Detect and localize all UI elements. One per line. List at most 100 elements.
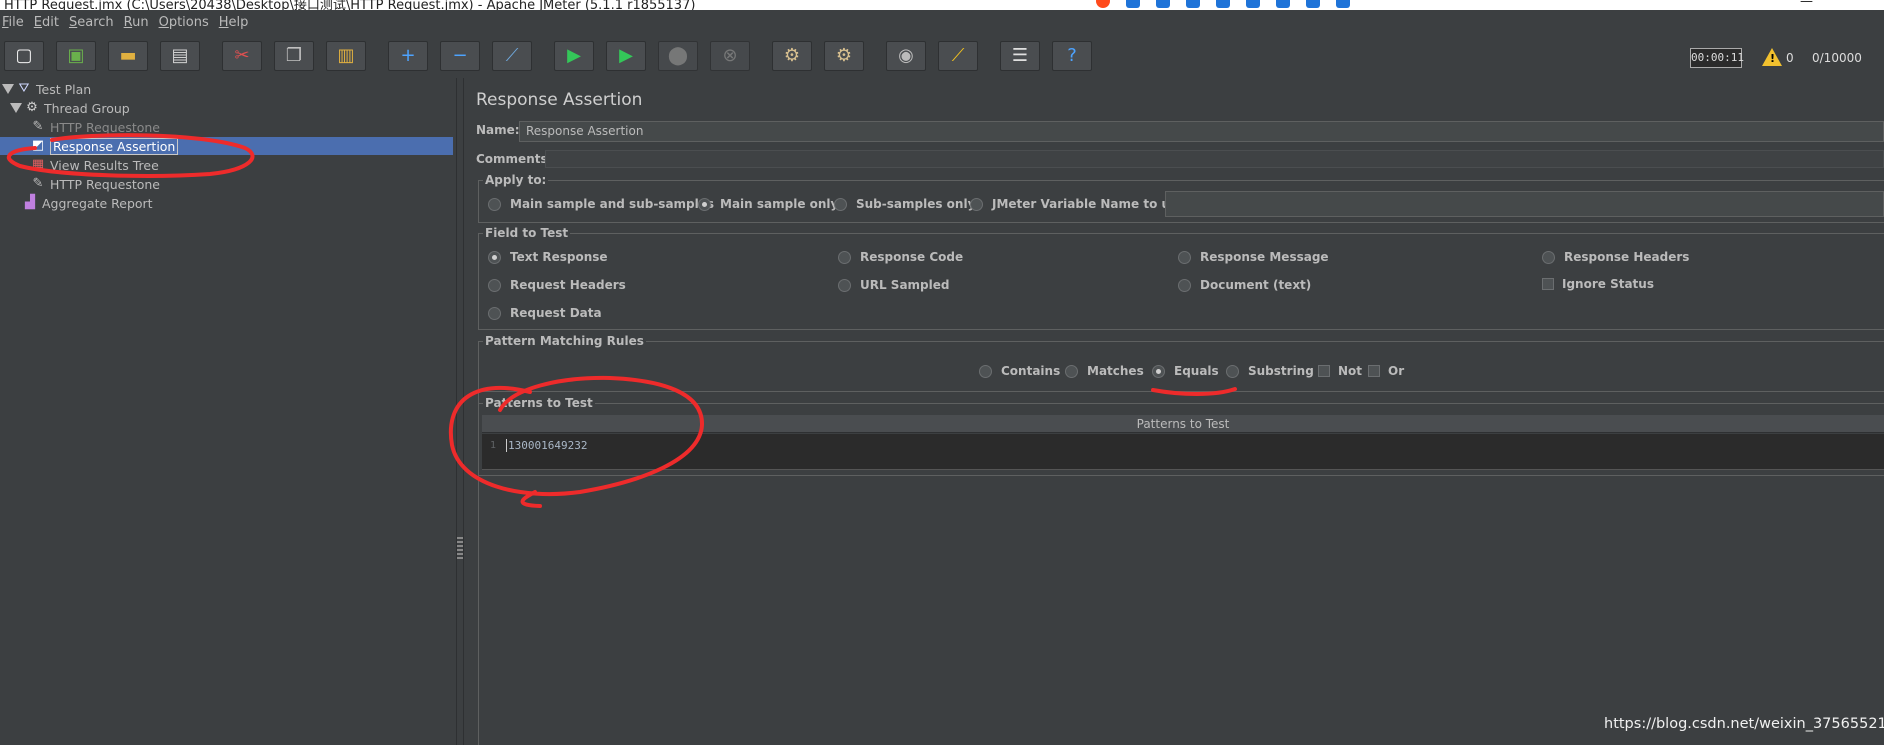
tree-item-http-request-1[interactable]: ✎ HTTP Requestone [30,118,160,136]
pattern-value[interactable]: 130001649232 [506,439,587,452]
paste-button[interactable]: ▥ [326,41,366,71]
radio-indicator[interactable] [838,278,851,292]
divider-grip-icon[interactable] [457,537,463,559]
name-field[interactable]: Response Assertion [519,121,1884,142]
radio-equals[interactable]: Equals [1152,364,1219,378]
active-threads: 0/10000 [1812,51,1862,65]
radio-indicator[interactable] [979,364,992,378]
expand-arrow-icon[interactable] [10,103,22,113]
tree-item-aggregate-report[interactable]: ▟ Aggregate Report [22,194,153,212]
radio-matches[interactable]: Matches [1065,364,1144,378]
templates-button[interactable]: ▣ [56,41,96,71]
radio-text-response[interactable]: Text Response [488,250,608,264]
save-button[interactable]: ▤ [160,41,200,71]
cut-button[interactable]: ✂ [222,41,262,71]
tree-item-view-results-tree[interactable]: ▦ View Results Tree [30,156,159,174]
menu-edit[interactable]: Edit [34,15,59,30]
radio-indicator[interactable] [488,306,501,320]
radio-indicator[interactable] [834,197,847,211]
radio-indicator[interactable] [1065,364,1078,378]
clear-button[interactable]: ⚙ [772,41,812,71]
test-plan-icon: ⛛ [18,81,30,96]
radio-indicator[interactable] [1178,278,1191,292]
radio-indicator[interactable] [488,278,501,292]
radio-jmeter-variable[interactable]: JMeter Variable Name to use [970,197,1185,211]
collapse-all-button[interactable]: − [440,41,480,71]
clear-all-button[interactable]: ⚙ [824,41,864,71]
clear-all-icon: ⚙ [835,45,853,66]
radio-response-message[interactable]: Response Message [1178,250,1329,264]
minimize-button[interactable]: — [1800,0,1813,9]
warning-count: 0 [1786,51,1794,65]
stop-button[interactable]: ⬤ [658,41,698,71]
search-icon: ◉ [898,45,914,66]
radio-request-headers[interactable]: Request Headers [488,278,626,292]
radio-indicator[interactable] [1542,250,1555,264]
radio-indicator[interactable] [488,250,501,264]
radio-indicator[interactable] [698,197,711,211]
radio-indicator[interactable] [970,197,983,211]
comments-field[interactable] [545,150,1884,168]
not-checkbox[interactable]: Not [1318,364,1362,378]
start-button[interactable]: ▶ [554,41,594,71]
radio-indicator[interactable] [838,250,851,264]
search-button[interactable]: ◉ [886,41,926,71]
checkbox-indicator[interactable] [1542,278,1554,290]
radio-contains[interactable]: Contains [979,364,1060,378]
new-icon: ▢ [15,45,33,66]
new-button[interactable]: ▢ [4,41,44,71]
patterns-editor[interactable]: 1 130001649232 [482,434,1884,470]
warning-icon[interactable] [1762,48,1782,66]
radio-indicator[interactable] [1178,250,1191,264]
or-checkbox[interactable]: Or [1368,364,1404,378]
toggle-icon: ⟋ [505,45,519,66]
reset-search-button[interactable]: ⟋ [938,41,978,71]
ime-apps-icon [1336,0,1350,8]
pattern-matching-legend: Pattern Matching Rules [485,334,644,348]
patterns-column-header[interactable]: Patterns to Test [482,415,1884,433]
tree-item-response-assertion[interactable]: ◩ Response Assertion [30,137,179,155]
page-title: Response Assertion [476,90,643,110]
ime-tools-icon [1306,0,1320,8]
tree-item-test-plan[interactable]: ⛛ Test Plan [2,80,91,98]
help-button[interactable]: ? [1052,41,1092,71]
collapse-icon: − [452,45,468,66]
tree-item-http-request-2[interactable]: ✎ HTTP Requestone [30,175,160,193]
radio-response-code[interactable]: Response Code [838,250,963,264]
apply-to-legend: Apply to: [485,173,547,187]
expand-arrow-icon[interactable] [2,84,14,94]
open-button[interactable]: ▬ [108,41,148,71]
menu-search[interactable]: Search [69,15,114,30]
toggle-button[interactable]: ⟋ [492,41,532,71]
radio-document-text[interactable]: Document (text) [1178,278,1311,292]
jmeter-variable-name-field[interactable] [1165,191,1884,217]
tree-item-thread-group[interactable]: ⚙ Thread Group [10,99,130,117]
radio-url-sampled[interactable]: URL Sampled [838,278,949,292]
radio-request-data[interactable]: Request Data [488,306,602,320]
start-no-pauses-button[interactable]: ▶ [606,41,646,71]
radio-main-sample-only[interactable]: Main sample only [698,197,838,211]
shutdown-button[interactable]: ⊗ [710,41,750,71]
radio-indicator[interactable] [488,197,501,211]
clear-icon: ⚙ [783,45,801,66]
radio-substring[interactable]: Substring [1226,364,1314,378]
ime-skin-icon [1276,0,1290,8]
checkbox-indicator[interactable] [1318,365,1330,377]
expand-all-button[interactable]: + [388,41,428,71]
copy-button[interactable]: ❐ [274,41,314,71]
radio-sub-samples-only[interactable]: Sub-samples only [834,197,975,211]
name-label: Name: [476,123,520,137]
function-helper-button[interactable]: ☰ [1000,41,1040,71]
menu-file[interactable]: File [2,15,24,30]
ignore-status-checkbox[interactable]: Ignore Status [1542,277,1654,291]
checkbox-indicator[interactable] [1368,365,1380,377]
radio-indicator[interactable] [1226,364,1239,378]
aggregate-report-icon: ▟ [25,195,35,210]
radio-main-and-sub-samples[interactable]: Main sample and sub-samples [488,197,714,211]
menu-run[interactable]: Run [124,15,149,30]
radio-indicator[interactable] [1152,364,1165,378]
menu-options[interactable]: Options [159,15,209,30]
split-pane-divider[interactable] [456,78,464,745]
menu-help[interactable]: Help [219,15,249,30]
radio-response-headers[interactable]: Response Headers [1542,250,1689,264]
